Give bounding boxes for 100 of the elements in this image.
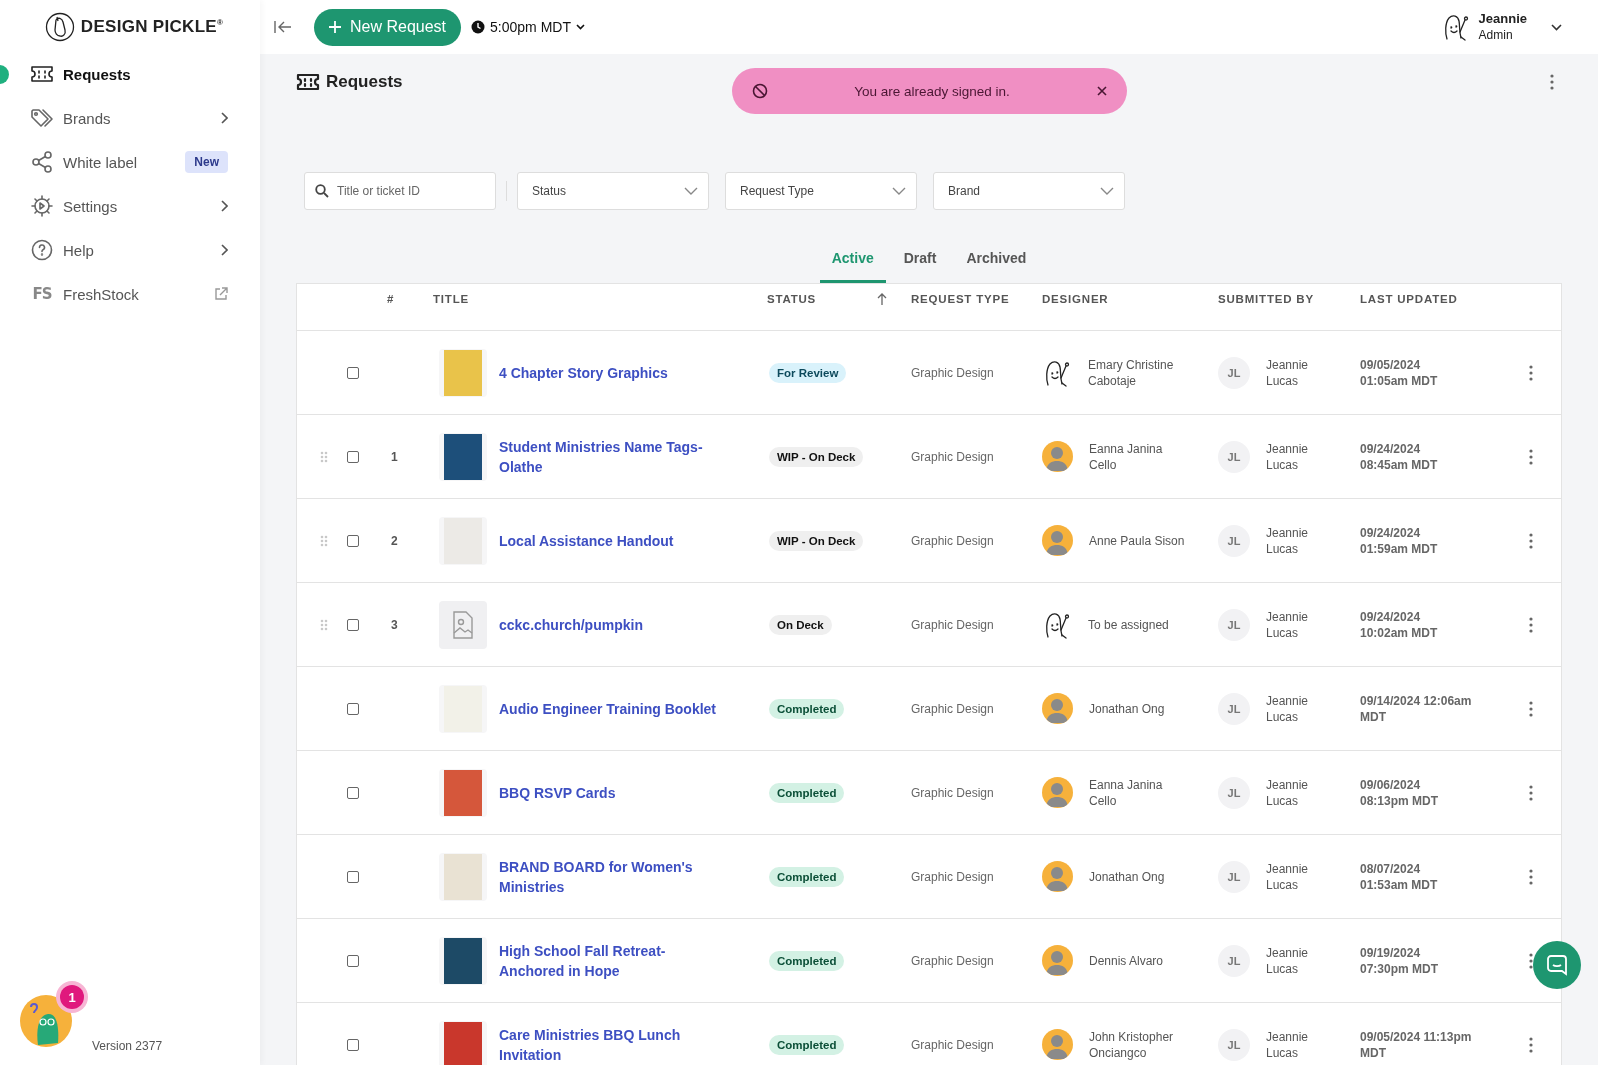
drag-handle-icon[interactable] — [320, 618, 328, 631]
clock-icon — [471, 20, 486, 34]
row-menu-icon[interactable] — [1528, 784, 1533, 801]
table-row[interactable]: Audio Engineer Training Booklet Completed Graphic Design Jonathan Ong JL Jeannie Lucas 09/14/2024 12:06am MDT — [297, 667, 1561, 751]
request-title-link[interactable]: Local Assistance Handout — [499, 530, 674, 551]
thumbnail-image — [444, 517, 482, 564]
thumbnail-image — [444, 1021, 482, 1065]
row-checkbox[interactable] — [347, 1038, 359, 1051]
request-title-link[interactable]: Audio Engineer Training Booklet — [499, 698, 716, 719]
row-checkbox[interactable] — [347, 450, 359, 463]
row-checkbox[interactable] — [347, 366, 359, 379]
table-row[interactable]: 2 Local Assistance Handout WIP - On Deck Graphic Design Anne Paula Sison JL Jeannie Lucas 09/24/2024 01:59am MDT — [297, 499, 1561, 583]
request-type: Graphic Design — [911, 785, 994, 800]
last-updated-date: 08/07/2024 01:53am MDT — [1360, 860, 1438, 893]
drag-handle-icon[interactable] — [320, 534, 328, 547]
submitter-name: Jeannie Lucas — [1266, 524, 1310, 557]
table-row[interactable]: 4 Chapter Story Graphics For Review Graphic Design Emary Christine Cabotaje JL Jeannie Lucas 09/05/2024 01:05am MDT — [297, 331, 1561, 415]
chat-icon — [1546, 954, 1568, 976]
row-checkbox[interactable] — [347, 618, 359, 631]
submitter-initials-avatar: JL — [1218, 776, 1250, 809]
new-request-button[interactable]: New Request — [314, 8, 462, 46]
status-badge: Completed — [769, 866, 845, 887]
search-field[interactable]: Title or ticket ID — [304, 172, 496, 210]
table-row[interactable]: BRAND BOARD for Women's Ministries Completed Graphic Design Jonathan Ong JL Jeannie Lucas 08/07/2024 01:53am MDT — [297, 835, 1561, 919]
sidebar-item[interactable]: FS FreshStock — [0, 272, 260, 316]
column-header: TITLE — [433, 292, 469, 305]
table-row[interactable]: 1 Student Ministries Name Tags-Olathe WIP - On Deck Graphic Design Eanna Janina Cello JL Jeannie Lucas 09/24/2024 08:45am MDT — [297, 415, 1561, 499]
submitter-initials-avatar: JL — [1218, 356, 1250, 389]
thumbnail-image — [444, 433, 482, 480]
help-icon — [31, 239, 53, 261]
sidebar-item[interactable]: Brands — [0, 96, 260, 140]
designer-name: Jonathan Ong — [1089, 700, 1165, 717]
last-updated-date: 09/19/2024 07:30pm MDT — [1360, 944, 1439, 977]
row-menu-icon[interactable] — [1528, 616, 1533, 633]
table-row[interactable]: BBQ RSVP Cards Completed Graphic Design Eanna Janina Cello JL Jeannie Lucas 09/06/2024 08:13pm MDT — [297, 751, 1561, 835]
row-checkbox[interactable] — [347, 786, 359, 799]
row-menu-icon[interactable] — [1528, 868, 1533, 885]
tags-icon — [30, 108, 54, 128]
close-icon[interactable] — [1096, 86, 1107, 96]
table-row[interactable]: 3 cckc.church/pumpkin On Deck Graphic Design To be assigned JL Jeannie Lucas 09/24/2024 10:02am MDT — [297, 583, 1561, 667]
more-options-icon[interactable] — [1550, 74, 1554, 90]
sidebar-item[interactable]: White label New — [0, 140, 260, 184]
ticket-icon — [30, 65, 54, 83]
chat-button[interactable] — [1533, 941, 1581, 989]
table-row[interactable]: Care Ministries BBQ Lunch Invitation Completed Graphic Design John Kristopher Onciangco JL Jeannie Lucas 09/05/2024 11:13pm MDT — [297, 1003, 1561, 1065]
timezone-selector[interactable]: 5:00pm MDT — [471, 19, 585, 35]
request-title-link[interactable]: BBQ RSVP Cards — [499, 782, 616, 803]
filter-dropdown[interactable]: Request Type — [725, 172, 917, 210]
last-updated-date: 09/14/2024 12:06am MDT — [1360, 692, 1473, 725]
last-updated-date: 09/24/2024 01:59am MDT — [1360, 524, 1438, 557]
submitter-name: Jeannie Lucas — [1266, 1028, 1310, 1061]
row-checkbox[interactable] — [347, 702, 359, 715]
last-updated-date: 09/05/2024 11:13pm MDT — [1360, 1028, 1473, 1061]
request-type: Graphic Design — [911, 701, 994, 716]
row-menu-icon[interactable] — [1528, 952, 1533, 969]
designer-avatar — [1042, 441, 1073, 472]
submitter-initials-avatar: JL — [1218, 440, 1250, 473]
settings-icon — [31, 195, 53, 217]
chevron-down-icon[interactable] — [1551, 23, 1562, 31]
designer-avatar — [1042, 861, 1073, 892]
sidebar-item[interactable]: Help — [0, 228, 260, 272]
row-checkbox[interactable] — [347, 954, 359, 967]
filter-dropdown[interactable]: Brand — [933, 172, 1125, 210]
row-menu-icon[interactable] — [1528, 448, 1533, 465]
chevron-down-icon — [684, 187, 698, 195]
tab[interactable]: Draft — [891, 238, 949, 283]
status-badge: For Review — [769, 362, 847, 383]
designer-name: Eanna Janina Cello — [1089, 776, 1164, 809]
row-menu-icon[interactable] — [1528, 700, 1533, 717]
filter-dropdown[interactable]: Status — [517, 172, 709, 210]
designer-name: Anne Paula Sison — [1089, 532, 1185, 549]
request-title-link[interactable]: Student Ministries Name Tags-Olathe — [499, 436, 729, 477]
row-checkbox[interactable] — [347, 870, 359, 883]
request-title-link[interactable]: High School Fall Retreat-Anchored in Hope — [499, 940, 729, 981]
sort-ascending-icon[interactable] — [877, 292, 887, 305]
last-updated-date: 09/06/2024 08:13pm MDT — [1360, 776, 1439, 809]
request-title-link[interactable]: Care Ministries BBQ Lunch Invitation — [499, 1024, 729, 1065]
sidebar-item[interactable]: Requests — [0, 52, 260, 96]
submitter-initials-avatar: JL — [1218, 608, 1250, 641]
request-title-link[interactable]: 4 Chapter Story Graphics — [499, 362, 668, 383]
submitter-name: Jeannie Lucas — [1266, 356, 1310, 389]
row-menu-icon[interactable] — [1528, 1036, 1533, 1053]
collapse-sidebar-icon[interactable] — [274, 20, 292, 34]
thumbnail-image — [444, 769, 482, 816]
drag-handle-icon[interactable] — [320, 450, 328, 463]
row-menu-icon[interactable] — [1528, 364, 1533, 381]
tab[interactable]: Archived — [954, 238, 1039, 283]
page-title: Requests — [326, 72, 403, 92]
thumbnail-image — [444, 853, 482, 900]
status-badge: Completed — [769, 950, 845, 971]
submitter-name: Jeannie Lucas — [1266, 608, 1310, 641]
row-menu-icon[interactable] — [1528, 532, 1533, 549]
column-header: LAST UPDATED — [1360, 292, 1458, 305]
row-checkbox[interactable] — [347, 534, 359, 547]
sidebar-item[interactable]: Settings — [0, 184, 260, 228]
freshstock-logo: FS — [32, 285, 52, 303]
request-title-link[interactable]: BRAND BOARD for Women's Ministries — [499, 856, 729, 897]
request-title-link[interactable]: cckc.church/pumpkin — [499, 614, 643, 635]
brand-logo-text: DESIGN PICKLE$^{®}$ — [80, 17, 224, 37]
column-header[interactable]: STATUS — [767, 292, 817, 305]
